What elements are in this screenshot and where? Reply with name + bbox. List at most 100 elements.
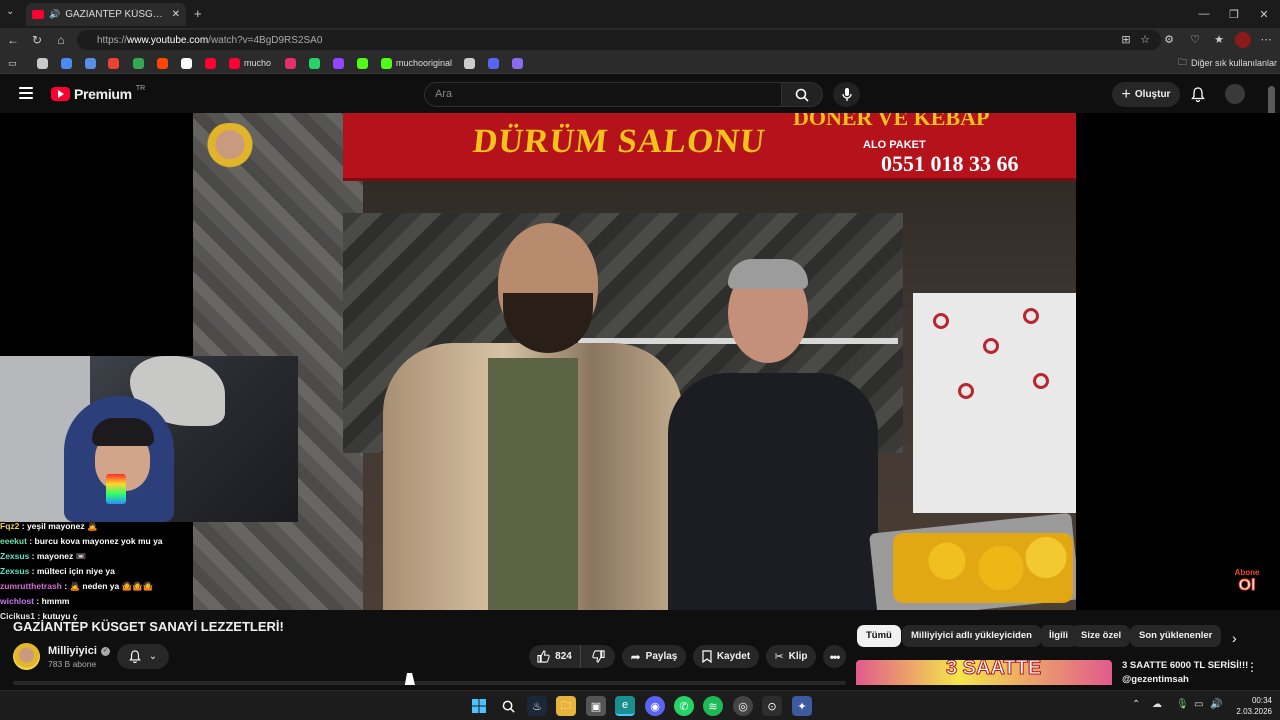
filter-chip[interactable]: Milliyiyici adlı yükleyiciden: [902, 625, 1041, 647]
bookmark-item[interactable]: [285, 56, 296, 70]
voice-search-button[interactable]: [833, 82, 860, 107]
file-explorer-icon[interactable]: 🗀: [556, 696, 576, 716]
bookmark-item[interactable]: muchooriginal: [381, 56, 452, 70]
bookmark-item[interactable]: [37, 56, 48, 70]
search-button[interactable]: [781, 82, 823, 107]
channel-avatar[interactable]: [13, 643, 40, 670]
extensions-icon[interactable]: ⚙: [1161, 32, 1177, 48]
more-menu-icon[interactable]: ⋯: [1258, 32, 1274, 48]
tab-list-chevron-icon[interactable]: ⌄: [6, 6, 14, 17]
bookmark-item[interactable]: [205, 56, 216, 70]
chat-text: burcu kova mayonez yok mu ya: [34, 536, 163, 546]
bookmark-item[interactable]: [309, 56, 320, 70]
bookmark-item[interactable]: [157, 56, 168, 70]
tray-overflow-chevron-icon[interactable]: ⌃: [1132, 699, 1140, 710]
browser-essentials-icon[interactable]: ♡: [1187, 32, 1203, 48]
browser-tab-strip: ⌄ 🔊 GAZİANTEP KÜSGET SANAYİ LEZZETLERİ! …: [0, 0, 1280, 28]
recommended-thumbnail[interactable]: 3 SAATTE: [856, 660, 1112, 685]
like-button[interactable]: 824: [529, 645, 581, 668]
network-app-icon[interactable]: ✦: [792, 696, 812, 716]
speaker-icon[interactable]: 🔊: [49, 9, 60, 20]
bookmark-item[interactable]: [512, 56, 523, 70]
bookmark-item[interactable]: [85, 56, 96, 70]
host-person: [383, 223, 683, 610]
edge-browser-icon[interactable]: e: [615, 696, 635, 716]
obs-icon[interactable]: ◎: [733, 696, 753, 716]
reload-icon[interactable]: ↻: [28, 32, 46, 48]
youtube-play-icon: [51, 87, 70, 101]
store-icon[interactable]: ▣: [586, 696, 606, 716]
channel-name[interactable]: Milliyiyici ✓: [48, 645, 110, 657]
bookmark-item[interactable]: [333, 56, 344, 70]
subscribe-watermark[interactable]: Abone Ol: [1234, 568, 1260, 594]
close-window-button[interactable]: ✕: [1247, 0, 1280, 28]
subscribed-button[interactable]: ⌄: [117, 644, 169, 669]
youtube-header: Premium TR Ara + Oluştur: [0, 75, 1280, 113]
bookmark-item[interactable]: mucho: [229, 56, 271, 70]
restore-button[interactable]: ❐: [1217, 0, 1251, 28]
tray-network-icon[interactable]: ▭: [1194, 699, 1203, 710]
taskbar-clock[interactable]: 00:34 2.03.2026: [1226, 695, 1272, 717]
profile-icon[interactable]: [1235, 32, 1251, 48]
guide-menu-icon[interactable]: [19, 87, 33, 99]
whatsapp-icon[interactable]: ✆: [674, 696, 694, 716]
thumbs-down-icon: [591, 650, 605, 663]
bookmark-item[interactable]: [357, 56, 368, 70]
other-bookmarks-folder[interactable]: 🗀 Diğer sık kullanılanlar: [1178, 56, 1277, 70]
back-arrow-icon[interactable]: ←: [4, 32, 22, 48]
chat-separator: :: [29, 551, 37, 561]
recommended-channel[interactable]: @gezentimsah: [1122, 674, 1189, 685]
taskbar-search-icon[interactable]: [498, 696, 518, 716]
bookmark-item[interactable]: [464, 56, 475, 70]
chat-message: zumrutthetrash : 🙇 neden ya 🤷🤷🤷: [0, 579, 200, 594]
filter-chip[interactable]: Size özel: [1072, 625, 1131, 647]
bookmark-icon: [702, 650, 712, 663]
start-windows-icon[interactable]: [469, 696, 489, 716]
tab-close-icon[interactable]: ✕: [172, 9, 180, 20]
discord-icon[interactable]: ◉: [645, 696, 665, 716]
search-input[interactable]: Ara: [424, 82, 782, 107]
bookmark-item[interactable]: [108, 56, 119, 70]
browser-tab[interactable]: 🔊 GAZİANTEP KÜSGET SANAYİ LEZZETLERİ! ✕: [26, 3, 186, 26]
bookmarks-toggle-icon[interactable]: ▭: [8, 56, 17, 70]
tray-cloud-icon[interactable]: ☁: [1152, 699, 1162, 710]
filter-chip[interactable]: Son yüklenenler: [1130, 625, 1222, 647]
new-tab-button[interactable]: +: [194, 6, 202, 21]
clip-button[interactable]: ✂ Klip: [766, 645, 816, 668]
bookmark-item[interactable]: [488, 56, 499, 70]
app-available-icon[interactable]: ⊞: [1118, 32, 1134, 48]
favorites-icon[interactable]: ★: [1211, 32, 1227, 48]
tray-volume-icon[interactable]: 🔊: [1210, 699, 1222, 710]
create-label: Oluştur: [1134, 89, 1171, 100]
create-button[interactable]: + Oluştur: [1112, 82, 1180, 107]
account-avatar[interactable]: [1225, 84, 1245, 104]
minimize-button[interactable]: —: [1187, 0, 1221, 28]
tray-mic-icon[interactable]: 🎙: [1176, 699, 1189, 710]
dislike-button[interactable]: [581, 650, 615, 663]
more-dots-icon: •••: [829, 649, 841, 664]
save-button[interactable]: Kaydet: [693, 645, 759, 668]
filter-chip[interactable]: Tümü: [857, 625, 901, 647]
xbox-app-icon[interactable]: ⊙: [762, 696, 782, 716]
description-box[interactable]: [13, 681, 846, 685]
favorite-star-icon[interactable]: ☆: [1137, 32, 1153, 48]
bookmark-item[interactable]: [181, 56, 192, 70]
share-arrow-icon: ➦: [630, 649, 641, 664]
more-actions-button[interactable]: •••: [823, 645, 846, 668]
chat-message: Zexsus : mülteci için niye ya: [0, 564, 200, 579]
recommended-menu-icon[interactable]: ⋮: [1246, 660, 1258, 674]
url-bar[interactable]: https://www.youtube.com/watch?v=4BgD9RS2…: [77, 30, 1161, 50]
bookmark-item[interactable]: [61, 56, 72, 70]
notifications-bell-icon[interactable]: [1188, 84, 1208, 104]
share-button[interactable]: ➦ Paylaş: [622, 645, 686, 668]
home-icon[interactable]: ⌂: [52, 32, 70, 48]
bookmark-item[interactable]: [133, 56, 144, 70]
chat-message: wichlost : hmmm: [0, 594, 200, 609]
recommended-title[interactable]: 3 SAATTE 6000 TL SERİSİ!!!: [1122, 660, 1248, 671]
youtube-logo[interactable]: Premium TR: [51, 85, 145, 102]
url-prefix: https://: [97, 34, 128, 46]
spotify-icon[interactable]: ≋: [703, 696, 723, 716]
chips-next-chevron-icon[interactable]: ›: [1232, 630, 1237, 646]
bookmark-favicon-icon: [61, 57, 72, 69]
steam-icon[interactable]: ♨: [527, 696, 547, 716]
